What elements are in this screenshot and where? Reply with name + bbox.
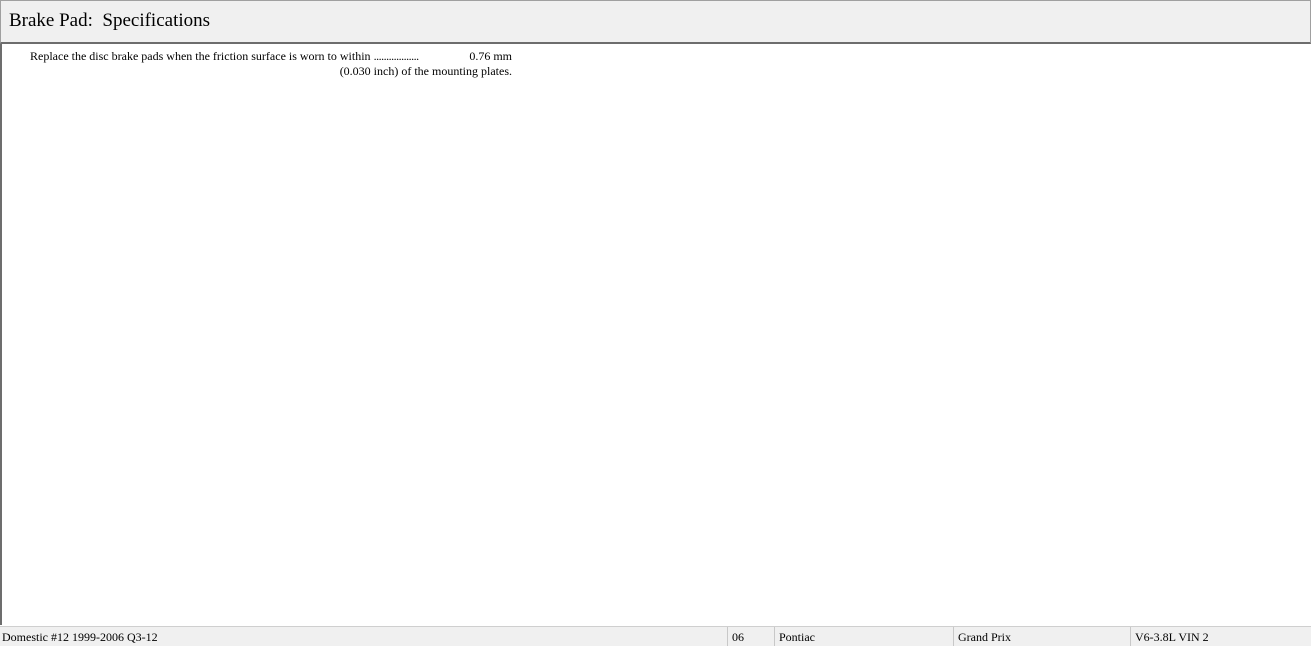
status-bar: Domestic #12 1999-2006 Q3-12 06 Pontiac … [0,626,1311,646]
page-title: Brake Pad: Specifications [9,10,211,31]
status-engine: V6-3.8L VIN 2 [1130,627,1311,646]
spec-entry: Replace the disc brake pads when the fri… [30,49,512,79]
spec-value: 0.76 mm [469,49,512,63]
status-model: Grand Prix [953,627,1130,646]
spec-continuation: (0.030 inch) of the mounting plates. [339,64,512,78]
spec-label: Replace the disc brake pads when the fri… [30,49,371,63]
status-make: Pontiac [774,627,953,646]
status-year: 06 [727,627,774,646]
document-window: Brake Pad: Specifications Replace the di… [0,0,1311,646]
title-bar: Brake Pad: Specifications [0,0,1311,44]
status-database: Domestic #12 1999-2006 Q3-12 [2,630,158,644]
spec-leader-dots: .................. [373,49,420,63]
spec-line: Replace the disc brake pads when the fri… [30,49,512,64]
content-pane[interactable]: Replace the disc brake pads when the fri… [0,44,1311,625]
